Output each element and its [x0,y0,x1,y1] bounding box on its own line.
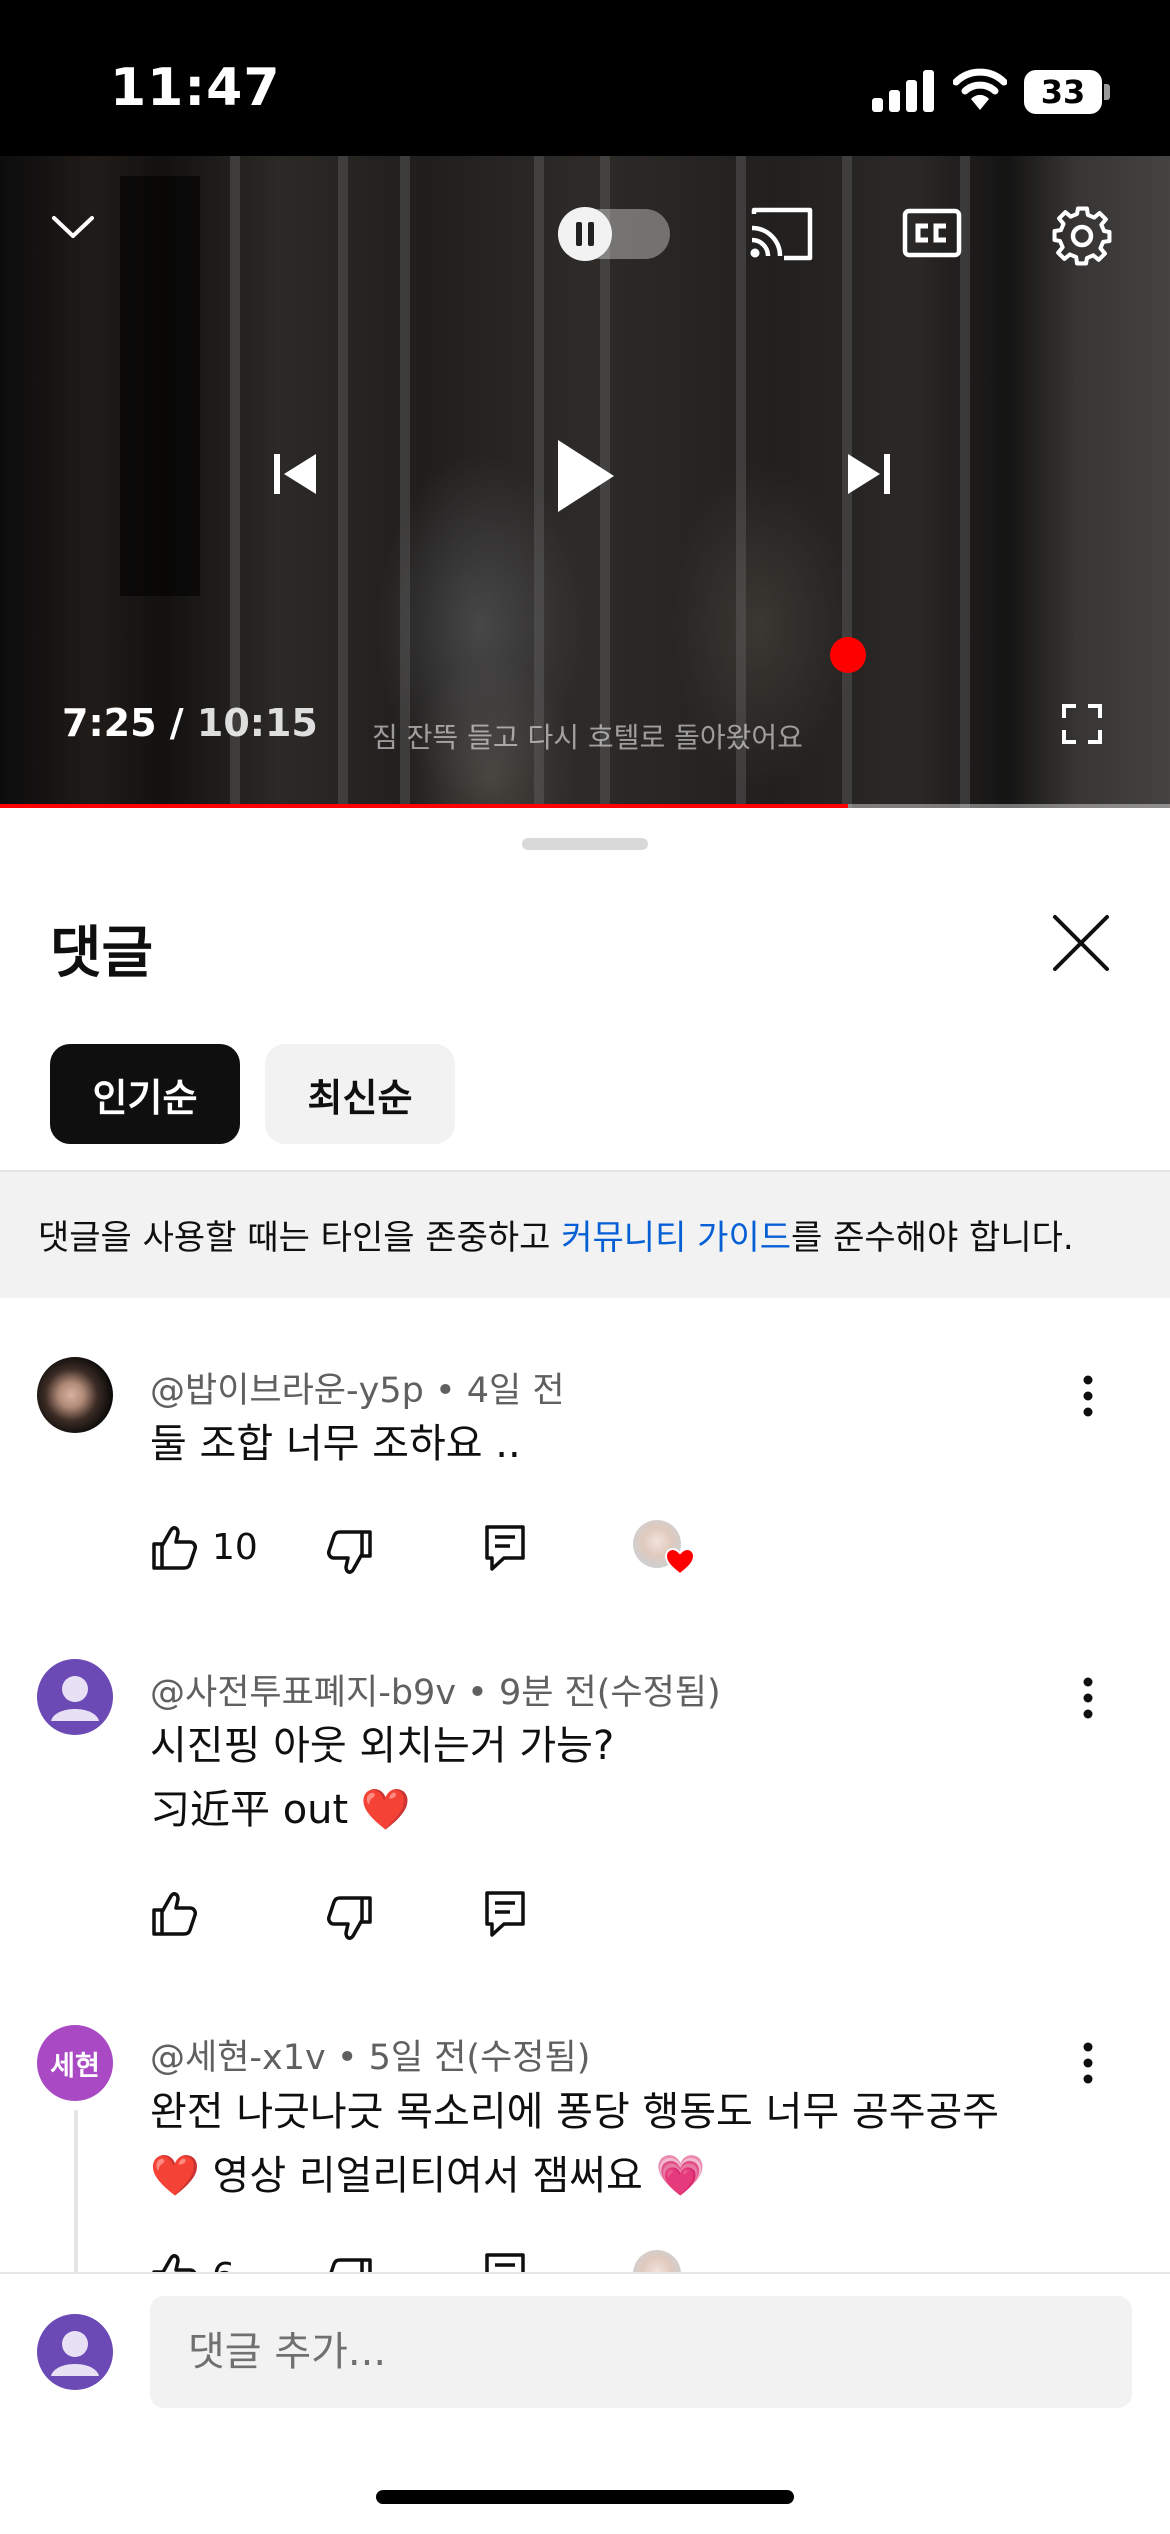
dislike-icon[interactable] [326,1528,374,1576]
video-timecode: 7:25 / 10:15 [62,701,318,745]
fullscreen-icon[interactable] [1062,704,1102,744]
next-video-icon[interactable] [846,452,892,496]
sort-chip-newest[interactable]: 최신순 [265,1044,455,1144]
guideline-text: 댓글을 사용할 때는 타인을 존중하고 커뮤니티 가이드를 준수해야 합니다. [38,1218,1074,1258]
avatar[interactable]: 세현 [37,2025,113,2101]
closed-captions-icon[interactable] [902,208,962,258]
minimize-chevron-icon[interactable] [50,214,96,242]
status-bar: 11:47 33 [0,0,1170,156]
comment-meta: @사전투표폐지-b9v • 9분 전(수정됨) [150,1673,721,1713]
status-time: 11:47 [110,58,281,118]
avatar[interactable] [37,1659,113,1735]
comment-time: 4일 전 [466,1371,565,1411]
cast-icon[interactable] [748,206,814,262]
community-guidelines-link[interactable]: 커뮤니티 가이드 [561,1218,791,1258]
comment-author[interactable]: @밥이브라운-y5p [150,1371,424,1411]
comments-title: 댓글 [50,921,154,986]
more-options-icon[interactable] [1082,1676,1094,1720]
previous-video-icon[interactable] [272,452,318,496]
drag-handle[interactable] [522,838,648,850]
settings-gear-icon[interactable] [1050,204,1114,268]
dislike-icon[interactable] [326,1894,374,1942]
cellular-signal-icon [872,70,934,112]
creator-heart-icon [665,1548,695,1576]
reply-icon[interactable] [484,1524,526,1572]
wifi-icon [953,68,1007,110]
my-avatar[interactable] [37,2314,113,2390]
thread-line [74,2110,78,2280]
comment-time: 5일 전(수정됨) [368,2038,591,2078]
scrubber-handle[interactable] [830,637,866,673]
comment-meta: @밥이브라운-y5p • 4일 전 [150,1371,565,1411]
comment-author[interactable]: @세현-x1v [150,2038,326,2078]
comment-text: 완전 나긋나긋 목소리에 퐁당 행동도 너무 공주공주 ❤️ 영상 리얼리티여서 … [150,2089,1000,2199]
like-icon[interactable] [150,1524,198,1572]
comment-author[interactable]: @사전투표폐지-b9v [150,1673,456,1713]
play-icon[interactable] [554,438,618,514]
more-options-icon[interactable] [1082,1374,1094,1418]
battery-level: 33 [1040,73,1086,111]
battery-icon: 33 [1024,70,1110,114]
progress-played [0,804,848,808]
comment-text: 시진핑 아웃 외치는거 가능? 习近平 out ❤️ [150,1723,615,1833]
reply-icon[interactable] [484,1890,526,1938]
avatar[interactable] [37,1357,113,1433]
pause-icon[interactable] [558,207,612,261]
comment-text: 둘 조합 너무 조하요 .. [150,1421,521,1467]
comment-meta: @세현-x1v • 5일 전(수정됨) [150,2038,591,2078]
sort-chip-popular[interactable]: 인기순 [50,1044,240,1144]
home-indicator[interactable] [376,2490,794,2504]
comment-time: 9분 전(수정됨) [498,1673,721,1713]
video-player[interactable]: 7:25 / 10:15 짐 잔뜩 들고 다시 호텔로 돌아왔어요 [0,156,1170,808]
like-count: 10 [212,1527,258,1568]
add-comment-input[interactable] [150,2296,1132,2408]
more-options-icon[interactable] [1082,2041,1094,2085]
close-icon[interactable] [1052,914,1110,972]
burned-in-subtitle: 짐 잔뜩 들고 다시 호텔로 돌아왔어요 [372,721,803,754]
like-icon[interactable] [150,1890,198,1938]
